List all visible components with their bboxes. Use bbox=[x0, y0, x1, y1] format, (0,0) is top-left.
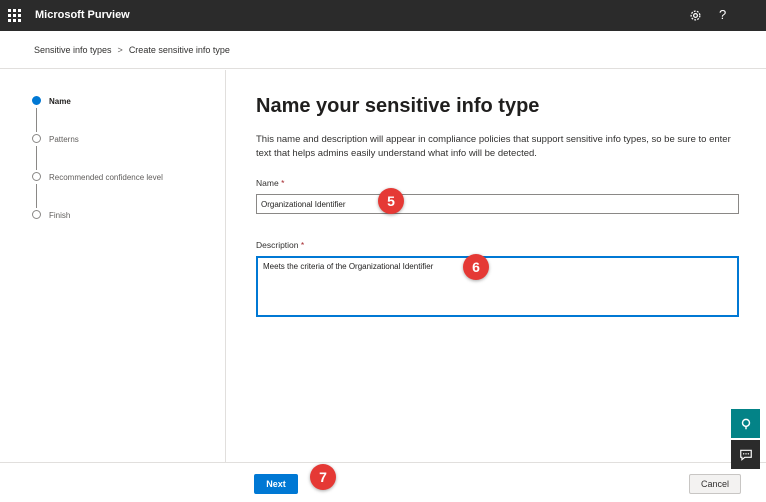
step-connector bbox=[36, 146, 37, 170]
description-label-text: Description bbox=[256, 240, 299, 250]
step-finish-indicator-icon bbox=[32, 210, 41, 219]
step-confidence-indicator-icon bbox=[32, 172, 41, 181]
step-name-label[interactable]: Name bbox=[49, 97, 71, 106]
name-field-label: Name * bbox=[256, 178, 284, 188]
step-patterns-indicator-icon bbox=[32, 134, 41, 143]
name-label-text: Name bbox=[256, 178, 279, 188]
breadcrumb-bar: Sensitive info types > Create sensitive … bbox=[0, 31, 766, 69]
page-description: This name and description will appear in… bbox=[256, 134, 731, 159]
description-field-label: Description * bbox=[256, 240, 304, 250]
chat-bubble-icon bbox=[739, 449, 752, 461]
required-mark: * bbox=[300, 240, 305, 250]
name-input[interactable] bbox=[256, 194, 739, 214]
step-connector bbox=[36, 184, 37, 208]
annotation-marker-7: 7 bbox=[310, 464, 336, 490]
settings-gear-icon[interactable] bbox=[688, 8, 703, 23]
required-mark: * bbox=[281, 178, 285, 188]
wizard-footer: Next Cancel bbox=[0, 462, 766, 502]
page-title: Name your sensitive info type bbox=[256, 95, 540, 117]
step-confidence-label[interactable]: Recommended confidence level bbox=[49, 173, 163, 182]
annotation-marker-5: 5 bbox=[378, 188, 404, 214]
next-button[interactable]: Next bbox=[254, 474, 298, 494]
wizard-steps-pane: Name Patterns Recommended confidence lev… bbox=[0, 70, 226, 462]
breadcrumb-item-sensitive-info-types[interactable]: Sensitive info types bbox=[34, 45, 112, 55]
step-name-indicator-icon bbox=[32, 96, 41, 105]
cancel-button[interactable]: Cancel bbox=[689, 474, 741, 494]
app-title[interactable]: Microsoft Purview bbox=[35, 9, 130, 21]
annotation-marker-6: 6 bbox=[463, 254, 489, 280]
top-bar: Microsoft Purview ? bbox=[0, 0, 766, 31]
help-icon[interactable]: ? bbox=[719, 7, 726, 22]
step-finish-label[interactable]: Finish bbox=[49, 211, 70, 220]
breadcrumb: Sensitive info types > Create sensitive … bbox=[34, 45, 230, 55]
breadcrumb-item-create: Create sensitive info type bbox=[128, 45, 230, 55]
step-connector bbox=[36, 108, 37, 132]
description-textarea[interactable]: Meets the criteria of the Organizational… bbox=[256, 256, 739, 317]
lightbulb-help-icon bbox=[741, 418, 750, 429]
help-assistant-button[interactable] bbox=[731, 409, 760, 438]
breadcrumb-separator-icon: > bbox=[117, 45, 123, 55]
feedback-chat-button[interactable] bbox=[731, 440, 760, 469]
step-patterns-label[interactable]: Patterns bbox=[49, 135, 79, 144]
app-launcher-icon[interactable] bbox=[8, 9, 21, 22]
